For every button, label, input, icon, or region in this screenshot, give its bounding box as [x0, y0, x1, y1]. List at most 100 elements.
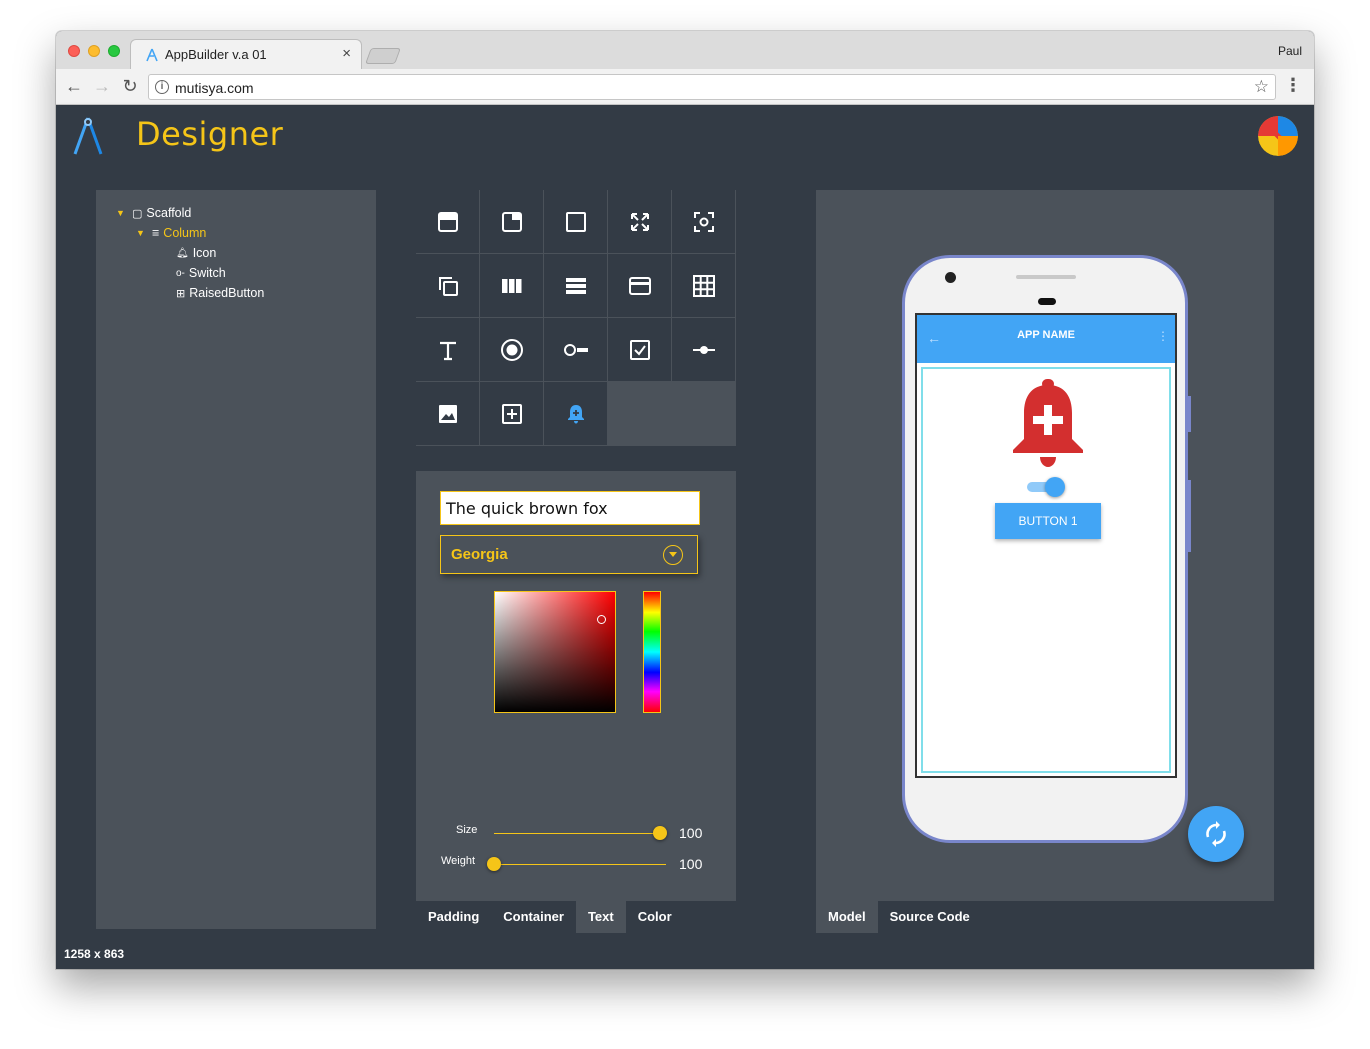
- palette-item-grid[interactable]: [672, 254, 736, 318]
- sample-text-input[interactable]: The quick brown fox: [440, 491, 700, 525]
- text-properties-panel: The quick brown fox Georgia Size 100 Wei…: [416, 471, 736, 901]
- slider-icon: [692, 345, 715, 354]
- tree-item-label: RaisedButton: [189, 286, 265, 300]
- canvas-dimensions: 1258 x 863: [64, 947, 125, 961]
- phone-side-button: [1188, 396, 1191, 432]
- size-label: Size: [456, 824, 478, 836]
- scaffold-icon: ▢: [132, 207, 143, 220]
- minimize-window-button[interactable]: [88, 45, 100, 57]
- palette-item-window[interactable]: [480, 190, 544, 254]
- tab-container[interactable]: Container: [491, 901, 576, 933]
- tab-color[interactable]: Color: [626, 901, 684, 933]
- bell-icon: 🔔︎: [176, 247, 189, 259]
- square-outline-icon: [565, 211, 586, 232]
- notification-add-icon: [567, 404, 584, 423]
- weight-slider-thumb[interactable]: [487, 857, 501, 871]
- tree-item-switch[interactable]: o- Switch: [176, 264, 226, 282]
- palette-item-raisedbutton[interactable]: [480, 382, 544, 446]
- profile-name[interactable]: Paul: [1278, 44, 1302, 58]
- preview-appbar[interactable]: ← APP NAME ⋮: [917, 315, 1175, 363]
- size-slider-track[interactable]: [494, 833, 660, 834]
- property-tabs: Padding Container Text Color: [416, 901, 684, 933]
- radio-icon: [500, 338, 523, 361]
- tree-item-column[interactable]: ▼ ≡ Column: [136, 224, 206, 242]
- palette-item-container[interactable]: [544, 190, 608, 254]
- palette-item-stack[interactable]: [416, 254, 480, 318]
- switch-icon: [563, 343, 588, 356]
- phone-side-button: [1188, 480, 1191, 552]
- back-arrow-icon[interactable]: ←: [64, 76, 84, 97]
- palette-item-slider[interactable]: [672, 318, 736, 382]
- dropdown-arrow-icon[interactable]: [663, 545, 683, 565]
- browser-window: AppBuilder v.a 01 × Paul ← → ↻ i mutisya…: [56, 31, 1314, 969]
- caret-down-icon[interactable]: ▼: [136, 228, 148, 238]
- palette-item-appbar[interactable]: [416, 190, 480, 254]
- app-favicon-icon: [146, 48, 158, 61]
- color-saturation-picker[interactable]: [494, 591, 616, 713]
- palette-item-icon[interactable]: [544, 382, 608, 446]
- forward-arrow-icon[interactable]: →: [92, 76, 112, 97]
- preview-raised-button[interactable]: BUTTON 1: [995, 503, 1101, 539]
- address-url[interactable]: mutisya.com: [175, 80, 254, 96]
- browser-menu-icon[interactable]: ⋮: [1284, 75, 1302, 96]
- browser-tabstrip: AppBuilder v.a 01 × Paul: [56, 31, 1314, 69]
- browser-tab-title: AppBuilder v.a 01: [165, 47, 267, 62]
- tab-text[interactable]: Text: [575, 901, 626, 933]
- tab-close-icon[interactable]: ×: [342, 45, 351, 62]
- image-icon: [438, 404, 457, 423]
- palette-item-checkbox[interactable]: [608, 318, 672, 382]
- palette-item-expanded[interactable]: [608, 190, 672, 254]
- bell-plus-icon[interactable]: [1009, 377, 1087, 469]
- color-picker-cursor[interactable]: [597, 615, 606, 624]
- site-info-icon[interactable]: i: [155, 80, 169, 94]
- tree-item-raisedbutton[interactable]: ⊞ RaisedButton: [176, 284, 264, 302]
- font-family-select[interactable]: Georgia: [440, 535, 698, 574]
- preview-switch[interactable]: [1027, 477, 1067, 497]
- weight-slider-track[interactable]: [494, 864, 666, 865]
- widget-palette: [416, 190, 736, 446]
- maximize-window-button[interactable]: [108, 45, 120, 57]
- rows-icon: [565, 277, 586, 294]
- palette-item-center[interactable]: [672, 190, 736, 254]
- tree-item-scaffold[interactable]: ▼ ▢ Scaffold: [116, 204, 191, 222]
- palette-item-text[interactable]: [416, 318, 480, 382]
- tab-model[interactable]: Model: [816, 901, 878, 933]
- preview-column[interactable]: BUTTON 1: [921, 367, 1171, 773]
- reload-icon[interactable]: ↻: [120, 76, 140, 97]
- palette-item-radio[interactable]: [480, 318, 544, 382]
- phone-speaker: [1016, 275, 1076, 279]
- phone-sensor: [1038, 298, 1056, 305]
- bookmark-star-icon[interactable]: ☆: [1254, 77, 1269, 97]
- sync-icon: [1206, 821, 1226, 847]
- center-focus-icon: [693, 211, 714, 232]
- workspace: ▼ ▢ Scaffold ▼ ≡ Column 🔔︎ Icon o- Switc…: [56, 162, 1314, 969]
- weight-label: Weight: [441, 855, 476, 867]
- address-bar[interactable]: i mutisya.com ☆: [148, 74, 1276, 100]
- palette-item-card[interactable]: [608, 254, 672, 318]
- more-vert-icon[interactable]: ⋮: [1157, 329, 1169, 343]
- user-avatar[interactable]: [1258, 116, 1298, 156]
- preview-app-name: APP NAME: [1017, 329, 1075, 341]
- palette-item-switch[interactable]: [544, 318, 608, 382]
- new-tab-button[interactable]: [365, 48, 401, 64]
- caret-down-icon[interactable]: ▼: [116, 208, 128, 218]
- tab-padding[interactable]: Padding: [416, 901, 491, 933]
- browser-tab[interactable]: AppBuilder v.a 01 ×: [130, 39, 362, 69]
- phone-screen: ← APP NAME ⋮ BUTTON 1: [915, 313, 1177, 778]
- palette-item-row[interactable]: [480, 254, 544, 318]
- refresh-fab[interactable]: [1188, 806, 1244, 862]
- checkbox-icon: [629, 339, 650, 360]
- phone-camera: [945, 272, 956, 283]
- palette-item-image[interactable]: [416, 382, 480, 446]
- widget-tree-panel: ▼ ▢ Scaffold ▼ ≡ Column 🔔︎ Icon o- Switc…: [96, 190, 376, 929]
- palette-item-column[interactable]: [544, 254, 608, 318]
- close-window-button[interactable]: [68, 45, 80, 57]
- tab-source-code[interactable]: Source Code: [878, 901, 982, 933]
- column-icon: ≡: [152, 226, 160, 240]
- size-slider-thumb[interactable]: [653, 826, 667, 840]
- hue-slider[interactable]: [643, 591, 661, 713]
- font-family-value: Georgia: [451, 546, 508, 563]
- switch-knob[interactable]: [1045, 477, 1065, 497]
- tree-item-icon[interactable]: 🔔︎ Icon: [176, 244, 216, 262]
- columns-icon: [501, 278, 521, 293]
